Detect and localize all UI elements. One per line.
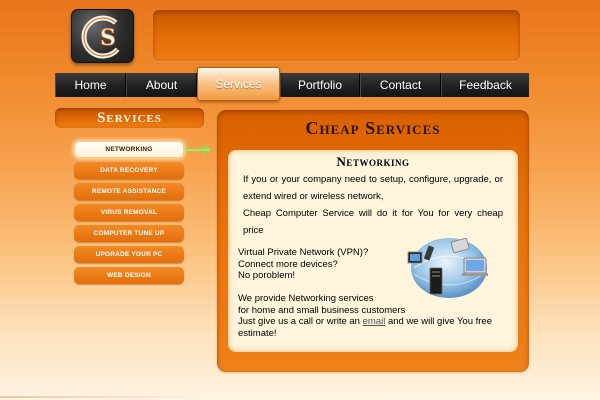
intro-text-1: If you or your company need to setup, co…: [243, 174, 503, 202]
site-logo[interactable]: S: [71, 9, 134, 63]
sidebar-item-virus-removal[interactable]: VIRUS REMOVAL: [74, 204, 184, 221]
header-banner: [153, 10, 520, 61]
footer-divider: [0, 396, 200, 398]
intro-text-2: Cheap Computer Service will do it for Yo…: [243, 208, 503, 236]
services-text-3: Just give us a call or write an: [238, 316, 363, 327]
svg-text:S: S: [100, 25, 116, 51]
intro-paragraph: If you or your company need to setup, co…: [243, 171, 503, 239]
nav-services[interactable]: Services: [197, 67, 280, 101]
nav-contact[interactable]: Contact: [360, 73, 441, 97]
nav-feedback[interactable]: Feedback: [441, 73, 529, 97]
main-panel: Cheap Services Networking If you or your…: [217, 110, 529, 372]
sidebar-item-data-recovery[interactable]: DATA RECOVERY: [74, 162, 184, 179]
nav-portfolio[interactable]: Portfolio: [280, 73, 360, 97]
cs-logo-icon: S: [81, 15, 125, 59]
vpn-text-3: No poroblem!: [238, 270, 296, 281]
sidebar-item-computer-tune-up[interactable]: COMPUTER TUNE UP: [74, 225, 184, 242]
page-title: Cheap Services: [305, 118, 441, 138]
vpn-text-1: Virtual Private Network (VPN)?: [238, 247, 369, 258]
services-paragraph: We provide Networking services for home …: [238, 293, 513, 339]
services-text-1: We provide Networking services: [238, 293, 374, 304]
vpn-text-2: Connect more devices?: [238, 258, 338, 270]
sidebar-item-networking[interactable]: NETWORKING: [74, 141, 184, 158]
vpn-paragraph: Virtual Private Network (VPN)? Connect m…: [238, 247, 398, 282]
sidebar-menu: NETWORKING DATA RECOVERY REMOTE ASSISTAN…: [74, 141, 184, 288]
main-nav: Home About Services Portfolio Contact Fe…: [55, 67, 529, 101]
email-link[interactable]: email: [363, 316, 386, 327]
sidebar-item-remote-assistance[interactable]: REMOTE ASSISTANCE: [74, 183, 184, 200]
sidebar-item-upgrade-your-pc[interactable]: UPGRADE YOUR PC: [74, 246, 184, 263]
nav-about[interactable]: About: [126, 73, 197, 97]
section-title: Networking: [336, 154, 410, 169]
sidebar-title: Services: [55, 108, 204, 128]
sidebar-item-web-design[interactable]: WEB DESIGN: [74, 267, 184, 284]
nav-home[interactable]: Home: [55, 73, 126, 97]
content-box: Networking If you or your company need t…: [228, 150, 518, 352]
services-text-2: for home and small business customers: [238, 304, 406, 316]
active-arrow-icon: [185, 145, 213, 155]
